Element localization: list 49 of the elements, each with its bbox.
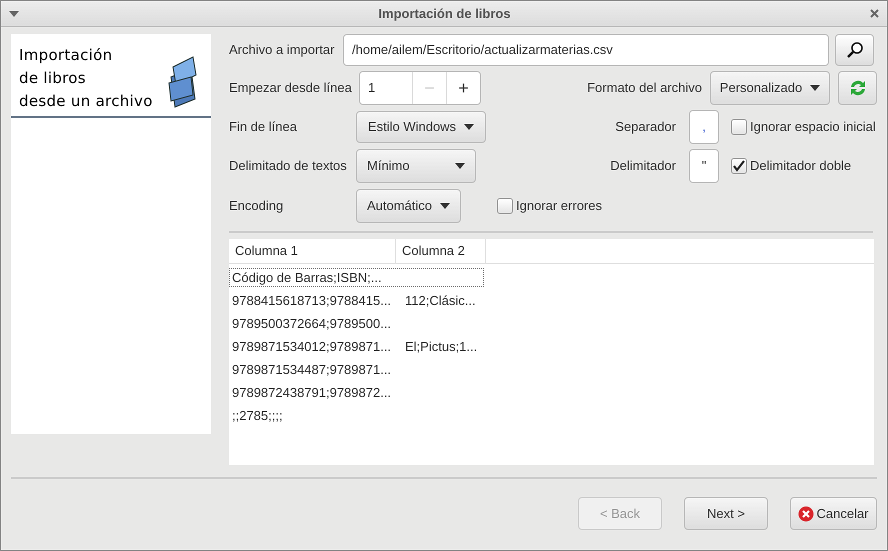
field-label: Encoding	[229, 197, 284, 216]
nav-button[interactable]: Next >	[684, 497, 768, 530]
cancel-button[interactable]: Cancelar	[790, 497, 877, 530]
checkbox-label: Ignorar espacio inicial	[750, 118, 876, 136]
table-cell[interactable]: Código de Barras;ISBN;...	[229, 268, 484, 287]
table-cell[interactable]: 9789871534487;9789871...	[229, 360, 484, 379]
caret-icon	[455, 163, 465, 169]
format-dropdown[interactable]: Personalizado	[710, 71, 830, 105]
caret-icon	[464, 124, 474, 130]
field-label: Delimitador	[610, 157, 676, 176]
field-label: Delimitado de textos	[229, 157, 348, 176]
caret-icon	[440, 203, 450, 209]
field-label: Empezar desde línea	[229, 79, 353, 98]
table-cell[interactable]: ;;2785;;;;	[229, 406, 484, 425]
checkbox[interactable]	[731, 158, 747, 174]
column-header[interactable]: Columna 1	[229, 239, 396, 263]
refresh-button[interactable]	[838, 71, 877, 105]
menu-icon[interactable]	[9, 10, 19, 16]
close-icon[interactable]	[870, 9, 879, 18]
table-cell[interactable]: 112;Clásic...	[398, 291, 483, 310]
field-label: Formato del archivo	[587, 79, 702, 98]
table-cell[interactable]: El;Pictus;1...	[398, 337, 484, 356]
checkbox-label: Ignorar errores	[516, 197, 602, 216]
table-cell[interactable]: 9789500372664;9789500...	[229, 314, 484, 333]
field-label: Fin de línea	[229, 118, 298, 136]
sidebar-title: Importación	[19, 45, 114, 66]
sidebar-title: desde un archivo	[19, 91, 154, 112]
table-cell[interactable]: 9789871534012;9789871...	[229, 337, 398, 356]
checkbox[interactable]	[731, 119, 747, 135]
sidebar-title: de libros	[19, 68, 87, 89]
books-icon	[167, 55, 197, 109]
line-ending-dropdown[interactable]: Estilo Windows	[356, 111, 486, 143]
table-cell[interactable]: 9789872438791;9789872...	[229, 383, 484, 402]
delimiter-field[interactable]: "	[689, 149, 719, 183]
encoding-dropdown[interactable]: Automático	[356, 189, 461, 223]
table-cell[interactable]: 9788415618713;9788415...	[229, 291, 398, 310]
field-label: Separador	[615, 118, 676, 136]
checkbox[interactable]	[497, 198, 513, 214]
window-title: Importación de libros	[377, 4, 512, 23]
search-icon	[846, 41, 864, 59]
text-delimiter-dropdown[interactable]: Mínimo	[356, 149, 476, 183]
separator-field[interactable]: ,	[689, 110, 719, 144]
checkbox-label: Delimitador doble	[750, 157, 852, 176]
file-path-field[interactable]: /home/ailem/Escritorio/actualizarmaterias.csv	[343, 34, 829, 66]
cancel-icon	[798, 506, 814, 522]
search-button[interactable]	[835, 34, 874, 66]
caret-icon	[810, 85, 820, 91]
field-label: Archivo a importar	[229, 41, 336, 60]
column-header[interactable]: Columna 2	[396, 239, 486, 263]
